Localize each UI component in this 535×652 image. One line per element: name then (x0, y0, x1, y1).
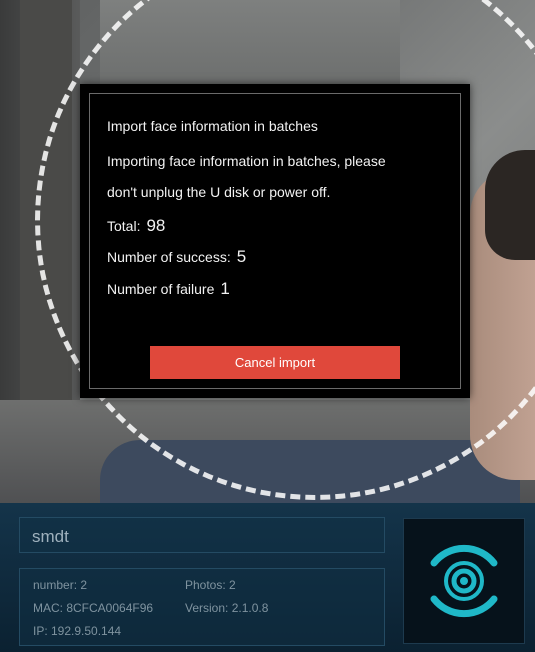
dialog-title: Import face information in batches (107, 118, 318, 134)
dialog-message-line1: Importing face information in batches, p… (107, 153, 386, 169)
failure-label: Number of failure (107, 281, 215, 297)
success-stat: Number of success: 5 (107, 247, 246, 267)
total-stat: Total: 98 (107, 216, 165, 236)
concentric-rings-icon (430, 544, 498, 618)
total-label: Total: (107, 218, 141, 234)
dialog-message-line2: don't unplug the U disk or power off. (107, 184, 331, 200)
success-value: 5 (236, 247, 247, 266)
device-photos: Photos: 2 (185, 578, 236, 592)
device-mac: MAC: 8CFCA0064F96 (33, 601, 154, 615)
device-name-box (19, 517, 385, 553)
device-version: Version: 2.1.0.8 (185, 601, 269, 615)
device-logo-box (403, 518, 525, 644)
failure-value: 1 (220, 279, 230, 298)
device-ip: IP: 192.9.50.144 (33, 624, 122, 638)
success-label: Number of success: (107, 249, 231, 265)
total-value: 98 (146, 216, 166, 235)
dialog-border (89, 93, 461, 389)
device-number: number: 2 (33, 578, 88, 592)
failure-stat: Number of failure 1 (107, 279, 230, 299)
device-name: smdt (32, 527, 69, 546)
cancel-import-button[interactable]: Cancel import (150, 346, 400, 379)
